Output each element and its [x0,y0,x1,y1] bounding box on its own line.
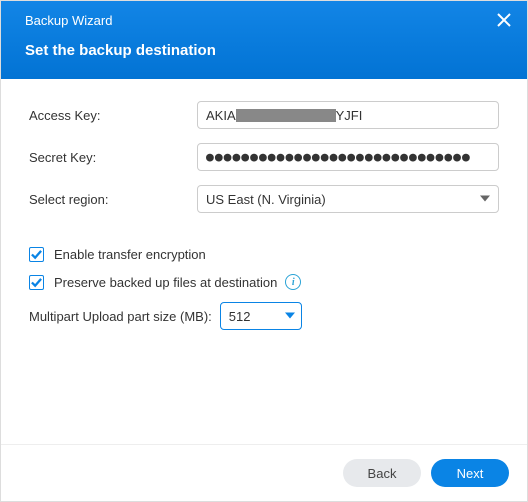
multipart-row: Multipart Upload part size (MB): 512 [29,302,499,330]
multipart-label: Multipart Upload part size (MB): [29,309,212,324]
enable-encryption-row: Enable transfer encryption [29,247,499,262]
next-button[interactable]: Next [431,459,509,487]
preserve-files-checkbox[interactable] [29,275,44,290]
access-key-value-prefix: AKIA [206,108,236,123]
dialog-subtitle: Set the backup destination [25,42,511,59]
chevron-down-icon [285,309,295,324]
multipart-select[interactable]: 512 [220,302,302,330]
dialog-body: Access Key: AKIA YJFI Secret Key: ●●●●●●●… [1,79,527,444]
region-select[interactable]: US East (N. Virginia) [197,185,499,213]
secret-key-input[interactable]: ●●●●●●●●●●●●●●●●●●●●●●●●●●●●●● [197,143,499,171]
secret-key-label: Secret Key: [29,150,197,165]
backup-wizard-dialog: Backup Wizard Set the backup destination… [0,0,528,502]
dialog-header: Backup Wizard Set the backup destination [1,1,527,79]
enable-encryption-label: Enable transfer encryption [54,247,206,262]
access-key-row: Access Key: AKIA YJFI [29,101,499,129]
dialog-footer: Back Next [1,444,527,501]
chevron-down-icon [480,192,490,207]
region-row: Select region: US East (N. Virginia) [29,185,499,213]
preserve-files-label: Preserve backed up files at destination [54,275,277,290]
dialog-title: Backup Wizard [25,13,511,28]
access-key-input[interactable]: AKIA YJFI [197,101,499,129]
close-icon[interactable] [497,13,513,29]
region-value: US East (N. Virginia) [206,192,326,207]
info-icon[interactable]: i [285,274,301,290]
access-key-redacted [236,109,336,122]
access-key-label: Access Key: [29,108,197,123]
region-label: Select region: [29,192,197,207]
back-button[interactable]: Back [343,459,421,487]
enable-encryption-checkbox[interactable] [29,247,44,262]
preserve-files-row: Preserve backed up files at destination … [29,274,499,290]
secret-key-masked: ●●●●●●●●●●●●●●●●●●●●●●●●●●●●●● [206,150,471,165]
access-key-value-suffix: YJFI [336,108,363,123]
multipart-value: 512 [229,309,251,324]
secret-key-row: Secret Key: ●●●●●●●●●●●●●●●●●●●●●●●●●●●●… [29,143,499,171]
